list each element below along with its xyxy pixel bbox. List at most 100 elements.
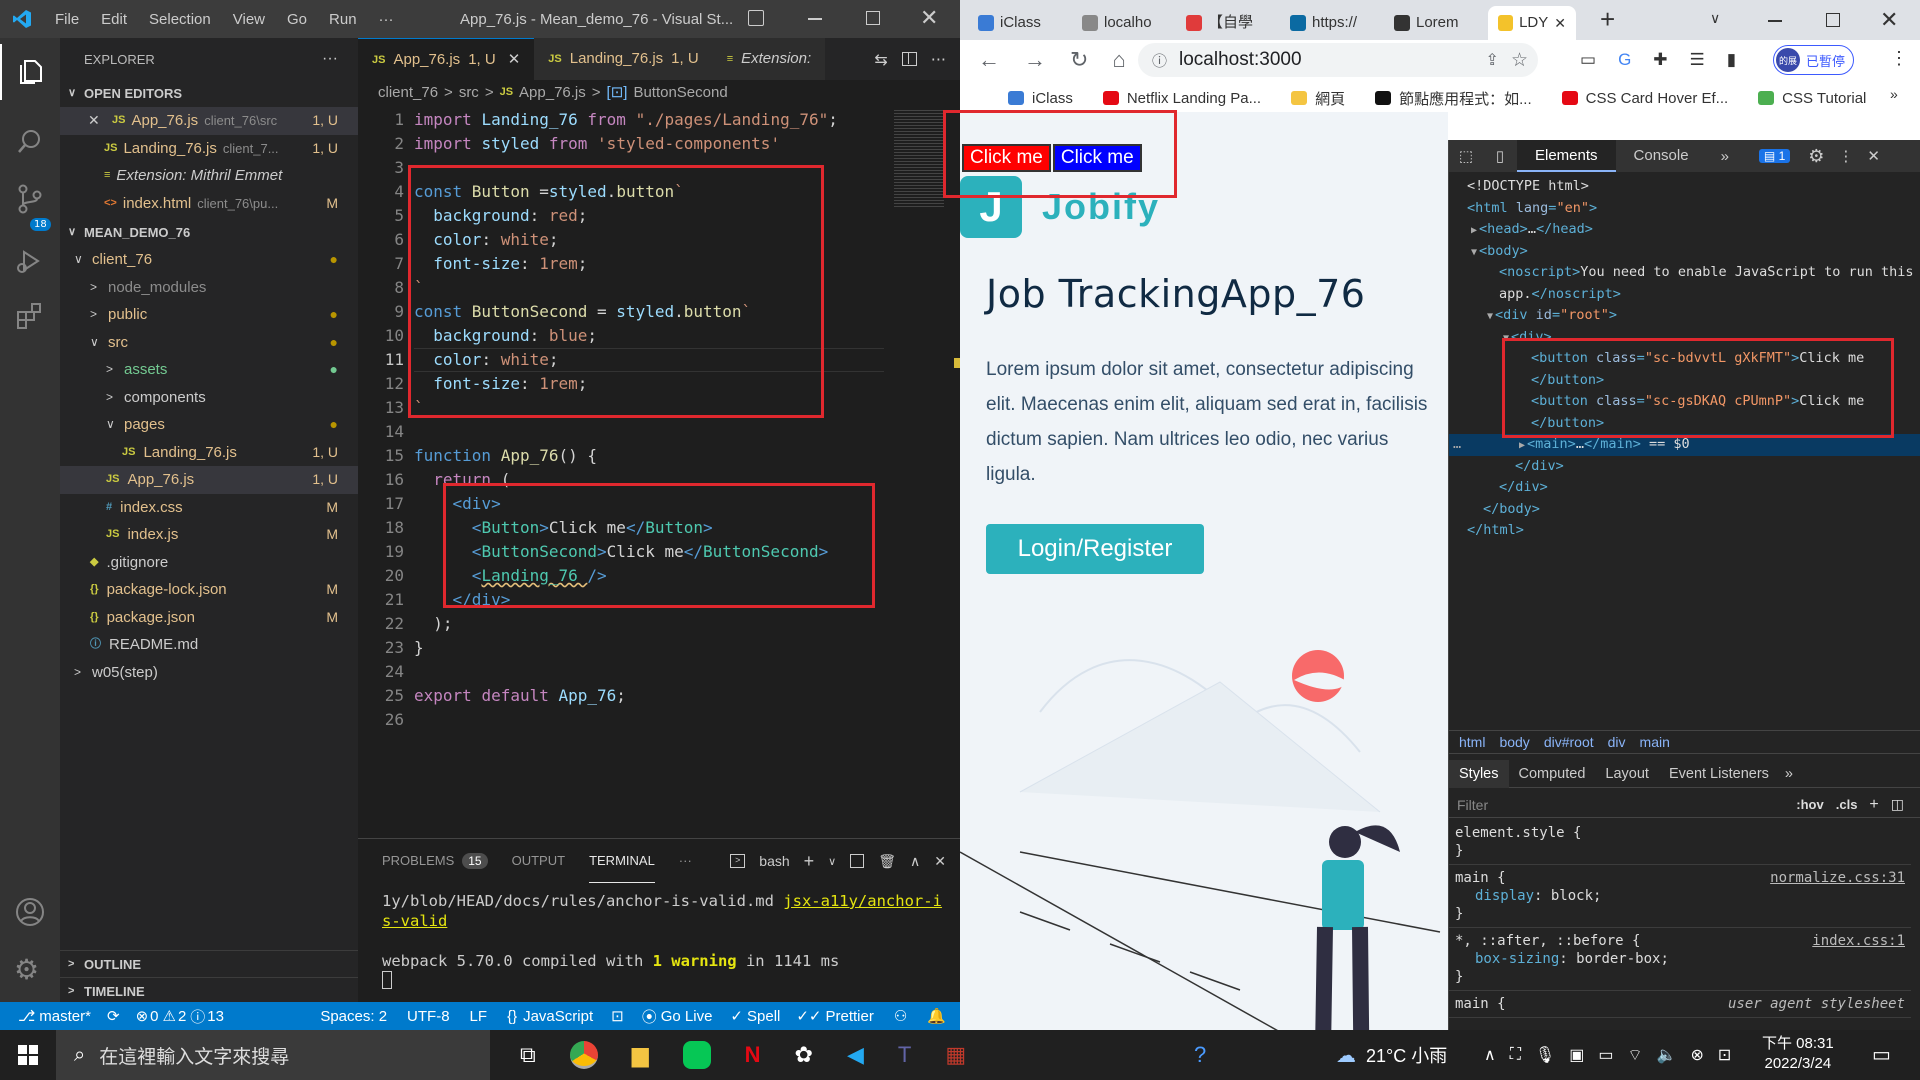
file-tree-item[interactable]: > components	[60, 384, 358, 412]
breadcrumb-item[interactable]: ButtonSecond	[633, 84, 727, 101]
reload-icon[interactable]: ↻	[1070, 47, 1088, 73]
help-icon[interactable]: ?	[1194, 1042, 1206, 1068]
explorer-icon[interactable]	[0, 44, 60, 100]
omnibox[interactable]: ⓘ localhost:3000 ⇪ ☆	[1138, 43, 1538, 77]
browser-tab[interactable]: LDY ✕	[1488, 6, 1576, 40]
dom-node[interactable]: <!DOCTYPE html>	[1449, 176, 1920, 198]
feedback-icon[interactable]: ⊡	[611, 1007, 624, 1025]
dom-node[interactable]: </button>	[1449, 413, 1920, 435]
reading-list-icon[interactable]: ☰	[1690, 50, 1705, 70]
file-tree-item[interactable]: ◆ .gitignore	[60, 549, 358, 577]
file-tree-item[interactable]: ∨ src ●	[60, 329, 358, 357]
collapse-arrow-icon[interactable]: ▼	[1471, 247, 1477, 258]
settings-gear-icon[interactable]: ⚙	[1808, 146, 1824, 167]
dom-node[interactable]: … ▶ <main>…</main> == $0	[1449, 434, 1920, 456]
dom-node[interactable]: <noscript>You need to enable JavaScript …	[1449, 262, 1920, 284]
inspect-element-icon[interactable]: ⬚	[1449, 147, 1483, 165]
source-control-icon[interactable]	[16, 184, 44, 218]
browser-tab[interactable]: localho	[1072, 6, 1172, 40]
layout-icon[interactable]	[748, 10, 764, 26]
error-count[interactable]: 0	[150, 1008, 158, 1025]
file-tree-item[interactable]: ⓘ README.md	[60, 631, 358, 659]
open-editor-item[interactable]: ✕ JS App_76.js client_76\src 1, U	[60, 107, 358, 135]
file-tree-item[interactable]: ∨ client_76 ●	[60, 246, 358, 274]
menu-item[interactable]: Run	[318, 11, 368, 28]
eol-status[interactable]: LF	[470, 1008, 488, 1025]
battery-icon[interactable]: ▭	[1598, 1045, 1613, 1065]
devtools-tab[interactable]: Elements	[1517, 140, 1616, 172]
explorer-more-icon[interactable]: ···	[322, 50, 338, 68]
file-tree-item[interactable]: > w05(step)	[60, 659, 358, 687]
notification-bell-icon[interactable]: 🔔	[927, 1007, 946, 1025]
back-arrow-icon[interactable]: ←	[978, 47, 1000, 73]
bookmark-item[interactable]: 網頁	[1291, 88, 1345, 109]
devtools-menu-icon[interactable]: ⋮	[1838, 147, 1853, 165]
panel-tab[interactable]: TERMINAL	[589, 839, 655, 883]
file-tree-item[interactable]: JS index.js M	[60, 521, 358, 549]
dom-node[interactable]: <html lang="en">	[1449, 198, 1920, 220]
tray-chevron-up-icon[interactable]: ∧	[1484, 1045, 1496, 1065]
browser-tab[interactable]: https://	[1280, 6, 1380, 40]
volume-icon[interactable]: 🔈	[1657, 1045, 1677, 1065]
browser-tab[interactable]: Lorem	[1384, 6, 1484, 40]
styles-tab[interactable]: Event Listeners	[1659, 760, 1779, 788]
compare-icon[interactable]: ⇆	[874, 50, 887, 69]
bookmark-item[interactable]: Netflix Landing Pa...	[1102, 90, 1261, 107]
new-style-rule-icon[interactable]: +	[1869, 796, 1878, 814]
terminal-output[interactable]: 1y/blob/HEAD/docs/rules/anchor-is-valid.…	[382, 891, 942, 989]
extensions-puzzle-icon[interactable]: ✚	[1653, 50, 1667, 70]
devtools-close-icon[interactable]: ✕	[1867, 147, 1880, 165]
dom-node[interactable]: </div>	[1449, 456, 1920, 478]
run-debug-icon[interactable]	[14, 246, 44, 280]
search-icon[interactable]	[16, 128, 44, 160]
style-property[interactable]: box-sizing: border-box;	[1455, 950, 1905, 968]
golive-status[interactable]: Go Live	[661, 1008, 713, 1025]
taskbar-search-box[interactable]: ⌕ 在這裡輸入文字來搜尋	[56, 1030, 490, 1080]
bookmark-item[interactable]: CSS Card Hover Ef...	[1561, 90, 1728, 107]
file-tree-item[interactable]: JS Landing_76.js 1, U	[60, 439, 358, 467]
close-button[interactable]: ✕	[920, 6, 938, 31]
trash-icon[interactable]: 🗑	[878, 853, 896, 870]
menu-item[interactable]: Go	[276, 11, 318, 28]
windows-start-icon[interactable]	[0, 1030, 56, 1080]
extension-chat-icon[interactable]: ▭	[1580, 50, 1596, 70]
shell-label[interactable]: bash	[759, 853, 789, 869]
sync-icon[interactable]: ⟳	[107, 1007, 120, 1025]
browser-close-button[interactable]: ✕	[1880, 7, 1898, 33]
task-view-icon[interactable]: ⧉	[520, 1042, 536, 1068]
expand-arrow-icon[interactable]: ▶	[1471, 225, 1477, 236]
style-source-link[interactable]: normalize.css:31	[1770, 869, 1905, 887]
prettier-status[interactable]: Prettier	[826, 1008, 874, 1025]
dom-node[interactable]: ▼ <body>	[1449, 241, 1920, 263]
styled-button-blue[interactable]: Click me	[1052, 144, 1142, 172]
file-tree-item[interactable]: # index.css M	[60, 494, 358, 522]
clock[interactable]: 下午 08:31 2022/3/24	[1762, 1034, 1834, 1074]
cls-toggle[interactable]: .cls	[1836, 797, 1858, 812]
dom-node[interactable]: ▼ <div id="root">	[1449, 305, 1920, 327]
bookmark-item[interactable]: iClass	[1008, 90, 1073, 107]
side-panel-icon[interactable]: ▮	[1727, 50, 1736, 70]
styles-tab[interactable]: Layout	[1595, 760, 1659, 788]
dom-crumb[interactable]: div	[1608, 734, 1626, 750]
style-source-link[interactable]: user agent stylesheet	[1728, 995, 1905, 1013]
file-tree-item[interactable]: {} package-lock.json M	[60, 576, 358, 604]
style-property[interactable]: display: block;	[1455, 887, 1905, 905]
info-circle-icon[interactable]: ⓘ	[1152, 50, 1167, 71]
dom-node[interactable]: </html>	[1449, 520, 1920, 542]
close-icon[interactable]: ✕	[508, 39, 521, 81]
menu-item[interactable]: ···	[368, 11, 405, 28]
dom-crumb[interactable]: body	[1499, 734, 1529, 750]
styles-filter-input[interactable]: Filter	[1457, 797, 1796, 813]
close-icon[interactable]: ✕	[1554, 6, 1566, 40]
bookmark-star-icon[interactable]: ☆	[1511, 49, 1528, 72]
netflix-icon[interactable]: N	[745, 1042, 761, 1068]
editor-tab[interactable]: JS App_76.js 1, U ✕	[358, 38, 535, 81]
file-explorer-icon[interactable]: ▆	[632, 1042, 649, 1068]
browser-menu-icon[interactable]: ⋮	[1890, 48, 1908, 69]
weather-text[interactable]: 21°C 小雨	[1366, 1042, 1447, 1068]
editor-more-icon[interactable]: ···	[931, 50, 946, 69]
maximize-panel-icon[interactable]: ∧	[910, 853, 920, 870]
dom-node[interactable]: </div>	[1449, 477, 1920, 499]
terminal-link[interactable]: jsx-a11y/anchor-i	[783, 892, 942, 910]
panel-tab[interactable]: ···	[679, 839, 692, 883]
